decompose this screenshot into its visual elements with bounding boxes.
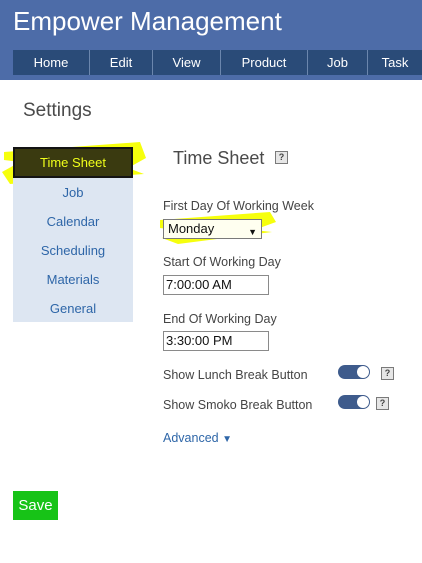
advanced-label: Advanced (163, 431, 219, 445)
first-day-select[interactable]: Monday ▼ (163, 219, 262, 239)
sidebar-item-time-sheet[interactable]: Time Sheet (13, 147, 133, 178)
sidebar-item-scheduling[interactable]: Scheduling (13, 243, 133, 258)
advanced-link[interactable]: Advanced ▼ (163, 431, 232, 445)
panel-title: Time Sheet (173, 148, 265, 168)
sidebar-item-calendar[interactable]: Calendar (13, 214, 133, 229)
caret-down-icon: ▼ (222, 434, 232, 445)
nav-home[interactable]: Home (13, 50, 90, 75)
nav-view[interactable]: View (153, 50, 221, 75)
sidebar-item-materials[interactable]: Materials (13, 272, 133, 287)
help-icon[interactable]: ? (376, 397, 389, 410)
app-title: Empower Management (13, 6, 282, 36)
help-icon[interactable]: ? (275, 151, 288, 164)
nav-edit[interactable]: Edit (90, 50, 153, 75)
start-day-label: Start Of Working Day (163, 255, 281, 269)
page-title: Settings (23, 100, 92, 121)
save-button[interactable]: Save (13, 491, 58, 520)
nav-product[interactable]: Product (221, 50, 308, 75)
sidebar-item-job[interactable]: Job (13, 185, 133, 200)
app-header: Empower Management Home Edit View Produc… (0, 0, 422, 80)
first-day-label: First Day Of Working Week (163, 199, 314, 213)
smoko-break-label: Show Smoko Break Button (163, 398, 313, 412)
nav-job[interactable]: Job (308, 50, 368, 75)
end-day-label: End Of Working Day (163, 312, 277, 326)
first-day-value: Monday (168, 221, 215, 236)
toggle-knob (357, 396, 369, 408)
main-nav: Home Edit View Product Job Task (13, 50, 422, 75)
lunch-break-label: Show Lunch Break Button (163, 368, 308, 382)
smoko-break-toggle[interactable] (338, 395, 370, 409)
chevron-down-icon: ▼ (248, 227, 257, 237)
sidebar-item-general[interactable]: General (13, 301, 133, 316)
nav-task[interactable]: Task (368, 50, 422, 75)
start-time-input[interactable]: 7:00:00 AM (163, 275, 269, 295)
settings-sidebar: Time Sheet Job Calendar Scheduling Mater… (13, 147, 133, 322)
toggle-knob (357, 366, 369, 378)
help-icon[interactable]: ? (381, 367, 394, 380)
end-time-input[interactable]: 3:30:00 PM (163, 331, 269, 351)
lunch-break-toggle[interactable] (338, 365, 370, 379)
